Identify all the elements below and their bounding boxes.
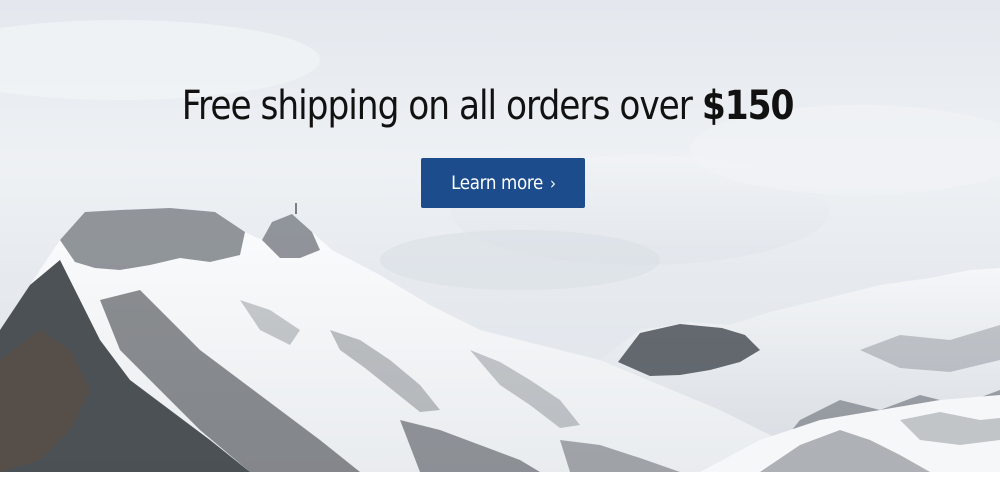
- headline-price: $150: [701, 83, 795, 129]
- learn-more-content: Learn more ›: [451, 158, 556, 209]
- mountain-landscape-image: [0, 20, 1000, 472]
- learn-more-label: Learn more: [450, 172, 543, 194]
- headline-text: Free shipping on all orders over: [181, 83, 702, 129]
- promo-banner: Free shipping on all orders over $150 Le…: [0, 0, 1000, 472]
- learn-more-button[interactable]: Learn more ›: [421, 158, 585, 208]
- promo-headline: Free shipping on all orders over $150: [68, 78, 907, 134]
- chevron-right-icon: ›: [549, 174, 556, 194]
- bottom-spacer: [0, 472, 1000, 490]
